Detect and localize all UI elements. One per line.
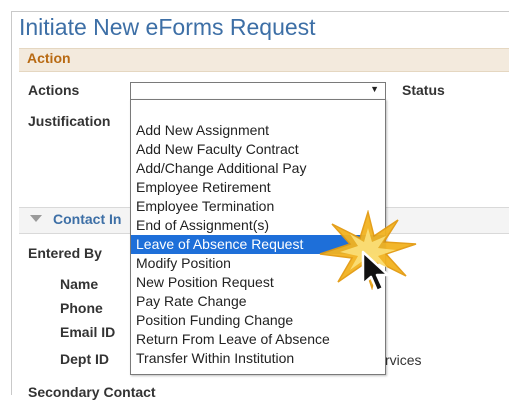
page-title: Initiate New eForms Request — [19, 14, 316, 40]
action-section-bar — [19, 48, 509, 72]
option-add-new-assignment[interactable]: Add New Assignment — [131, 121, 385, 140]
option-transfer-within-institution[interactable]: Transfer Within Institution — [131, 349, 385, 368]
option-pay-rate-change[interactable]: Pay Rate Change — [131, 292, 385, 311]
actions-label: Actions — [28, 82, 80, 98]
collapse-triangle-icon[interactable] — [30, 215, 42, 222]
dept-description-text: rvices — [385, 352, 422, 368]
option-return-from-leave-of-absence[interactable]: Return From Leave of Absence — [131, 330, 385, 349]
mouse-pointer-icon — [361, 250, 390, 293]
entered-by-label: Entered By — [28, 245, 102, 261]
name-label: Name — [60, 276, 99, 292]
dropdown-arrow-icon[interactable]: ▼ — [370, 84, 379, 94]
secondary-contact-label: Secondary Contact — [28, 384, 156, 400]
action-section-label: Action — [27, 50, 71, 66]
phone-label: Phone — [60, 300, 103, 316]
status-label: Status — [402, 82, 445, 98]
option-add-new-faculty-contract[interactable]: Add New Faculty Contract — [131, 140, 385, 159]
option-position-funding-change[interactable]: Position Funding Change — [131, 311, 385, 330]
contact-section-label[interactable]: Contact In — [53, 211, 121, 227]
option-add-change-additional-pay[interactable]: Add/Change Additional Pay — [131, 159, 385, 178]
justification-label: Justification — [28, 113, 111, 129]
email-label: Email ID — [60, 324, 116, 340]
dept-label: Dept ID — [60, 351, 109, 367]
actions-select[interactable]: ▼ — [130, 82, 386, 100]
option-employee-retirement[interactable]: Employee Retirement — [131, 178, 385, 197]
